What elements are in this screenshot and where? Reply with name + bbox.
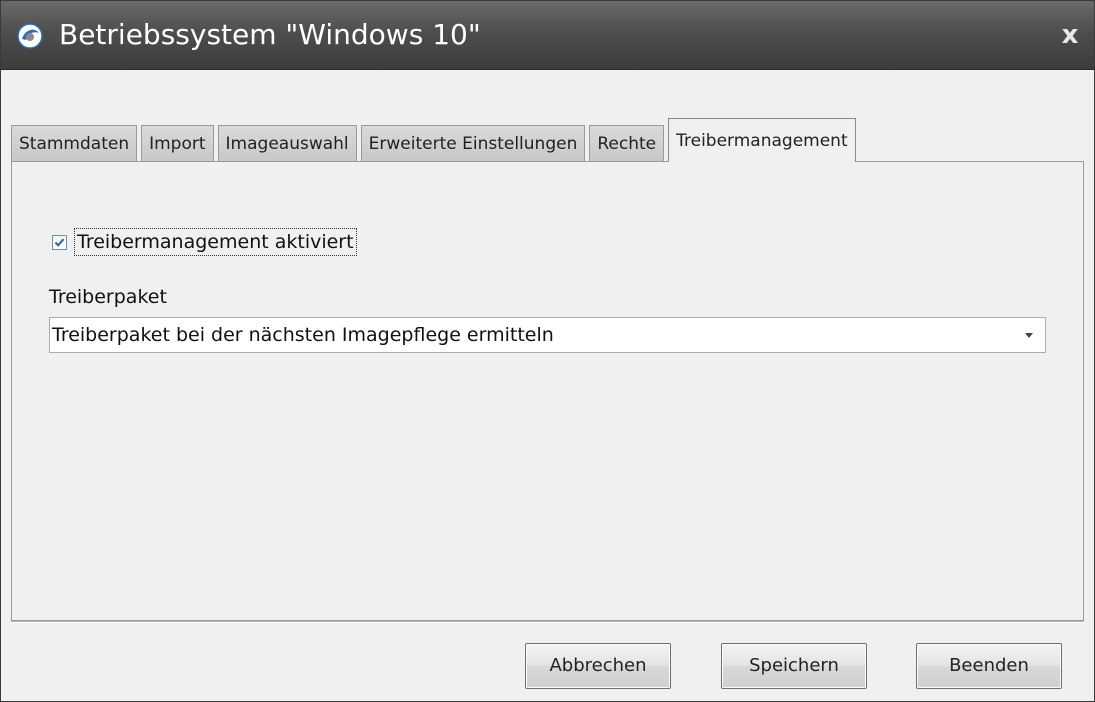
quit-button[interactable]: Beenden	[916, 643, 1062, 689]
driver-package-label: Treiberpaket	[49, 286, 167, 308]
driver-management-checkbox-label[interactable]: Treibermanagement aktiviert	[74, 228, 357, 256]
window-title: Betriebssystem "Windows 10"	[59, 18, 481, 51]
tab-bar: Stammdaten Import Imageauswahl Erweitert…	[11, 117, 860, 162]
app-logo-icon	[17, 23, 43, 49]
driver-management-checkbox[interactable]	[52, 234, 67, 250]
tab-erweiterte-einstellungen[interactable]: Erweiterte Einstellungen	[360, 125, 586, 161]
tab-imageauswahl[interactable]: Imageauswahl	[217, 125, 357, 161]
tab-import[interactable]: Import	[141, 125, 214, 161]
save-button[interactable]: Speichern	[721, 643, 867, 689]
driver-package-selected-value: Treiberpaket bei der nächsten Imagepfleg…	[52, 324, 554, 346]
driver-package-select[interactable]: Treiberpaket bei der nächsten Imagepfleg…	[49, 317, 1046, 353]
footer-divider	[11, 621, 1084, 623]
driver-management-checkbox-row[interactable]: Treibermanagement aktiviert	[52, 228, 357, 256]
checkmark-icon	[54, 238, 65, 247]
title-bar[interactable]: Betriebssystem "Windows 10" x	[1, 1, 1094, 70]
tab-stammdaten[interactable]: Stammdaten	[11, 125, 138, 161]
tab-rechte[interactable]: Rechte	[589, 125, 665, 161]
tab-panel-treibermanagement: Treibermanagement aktiviert Treiberpaket…	[11, 161, 1084, 621]
tab-treibermanagement[interactable]: Treibermanagement	[668, 118, 856, 162]
dialog-window: Betriebssystem "Windows 10" x Stammdaten…	[0, 0, 1095, 702]
cancel-button[interactable]: Abbrechen	[525, 643, 671, 689]
chevron-down-icon[interactable]	[1025, 333, 1033, 338]
close-icon[interactable]: x	[1056, 21, 1084, 49]
